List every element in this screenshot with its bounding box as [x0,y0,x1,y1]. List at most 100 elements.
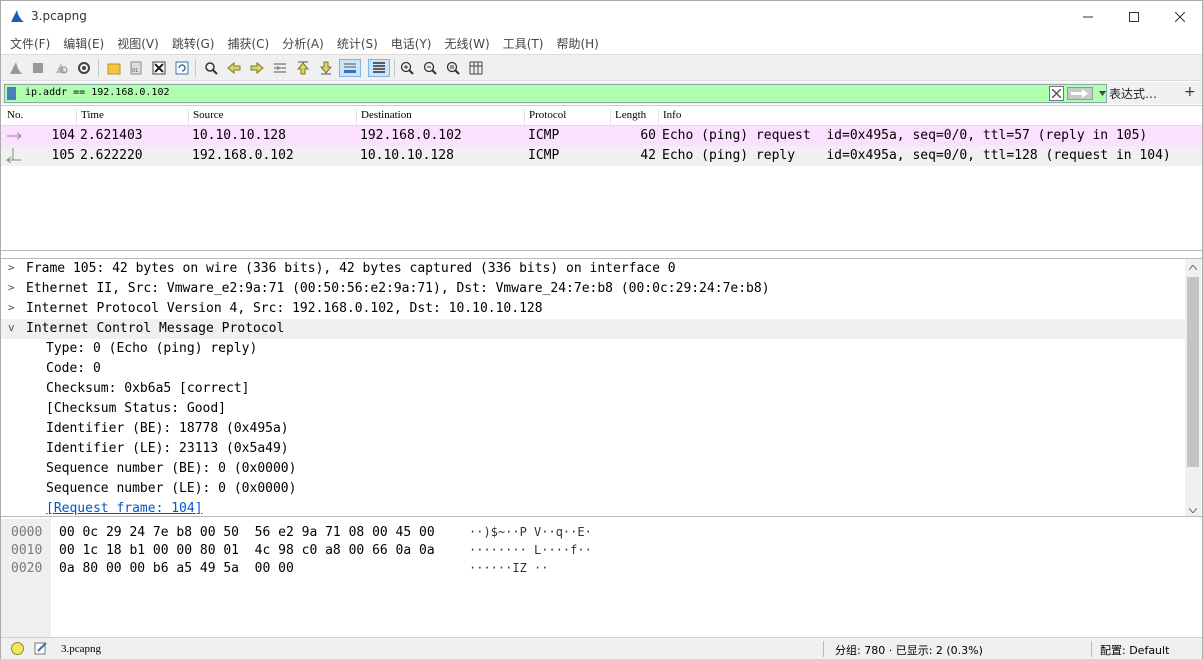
go-back-button[interactable] [225,59,243,77]
start-capture-button[interactable] [7,59,25,77]
column-info[interactable]: Info [658,109,681,125]
tree-item-frame[interactable]: > Frame 105: 42 bytes on wire (336 bits)… [1,259,1185,279]
apply-filter-button[interactable] [1067,87,1093,100]
add-filter-button[interactable]: + [1184,84,1196,100]
cell-destination: 10.10.10.128 [360,148,454,163]
column-protocol[interactable]: Protocol [524,109,566,125]
last-packet-button[interactable] [317,59,335,77]
byte-offset: 0010 [11,543,43,558]
cell-info: Echo (ping) reply id=0x495a, seq=0/0, tt… [662,148,1171,163]
auto-scroll-button[interactable] [339,59,361,77]
expression-button[interactable]: 表达式… [1109,85,1157,102]
tree-item-label: Internet Control Message Protocol [26,321,285,336]
column-destination[interactable]: Destination [356,109,412,125]
scroll-up-button[interactable] [1185,259,1201,275]
close-button[interactable] [1157,1,1203,32]
menu-go[interactable]: 跳转(G) [167,35,220,52]
restart-capture-button[interactable] [52,59,70,77]
menu-tools[interactable]: 工具(T) [498,35,549,52]
tree-field[interactable]: Sequence number (BE): 0 (0x0000) [1,459,1185,479]
menu-view[interactable]: 视图(V) [112,35,164,52]
packet-row-selected[interactable]: 105 2.622220 192.168.0.102 10.10.10.128 … [1,146,1202,166]
byte-ascii[interactable]: ··)$~··P V··q··E· [469,525,592,543]
colorize-button[interactable] [368,59,390,77]
tree-field[interactable]: Identifier (LE): 23113 (0x5a49) [1,439,1185,459]
menu-file[interactable]: 文件(F) [5,35,55,52]
details-scrollbar[interactable] [1185,259,1201,516]
column-no[interactable]: No. [3,109,23,125]
minimize-icon [1083,16,1093,17]
filter-history-dropdown[interactable] [1096,85,1108,102]
maximize-button[interactable] [1111,1,1157,32]
normal-size-button[interactable] [444,59,462,77]
expand-arrow-icon[interactable]: > [8,281,15,294]
status-profile[interactable]: 配置: Default [1100,642,1169,658]
search-icon [205,62,218,75]
packet-list-header: No. Time Source Destination Protocol Len… [1,106,1202,126]
status-bar: 3.pcapng 分组: 780 · 已显示: 2 (0.3%) 配置: Def… [1,637,1202,659]
reload-file-button[interactable] [173,59,191,77]
menu-help[interactable]: 帮助(H) [551,35,603,52]
byte-ascii[interactable]: ······IZ ·· [469,561,548,579]
menu-statistics[interactable]: 统计(S) [332,35,383,52]
menu-wireless[interactable]: 无线(W) [440,35,495,52]
zoom-out-button[interactable] [421,59,439,77]
bookmark-icon[interactable] [7,87,16,100]
column-length[interactable]: Length [610,109,646,125]
cell-source: 10.10.10.128 [192,128,286,143]
byte-offset: 0020 [11,561,43,576]
menu-telephony[interactable]: 电话(Y) [386,35,437,52]
tree-field[interactable]: Checksum: 0xb6a5 [correct] [1,379,1185,399]
save-file-button[interactable]: 01 [127,59,145,77]
byte-hex[interactable]: 0a 80 00 00 b6 a5 49 5a 00 00 [59,561,294,579]
field-type: Type: 0 (Echo (ping) reply) [46,341,258,356]
collapse-arrow-icon[interactable]: v [8,321,15,334]
arrow-left-icon [227,61,241,75]
byte-hex[interactable]: 00 0c 29 24 7e b8 00 50 56 e2 9a 71 08 0… [59,525,435,543]
open-file-button[interactable] [105,59,123,77]
request-frame-link[interactable]: [Request frame: 104] [46,501,203,516]
byte-ascii[interactable]: ········ L····f·· [469,543,592,561]
close-file-button[interactable] [150,59,168,77]
filter-text[interactable]: ip.addr == 192.168.0.102 [25,87,170,98]
expert-info-icon[interactable] [11,642,24,655]
cell-time: 2.622220 [80,148,143,163]
tree-field[interactable]: [Request frame: 104] [1,499,1185,516]
column-source[interactable]: Source [188,109,224,125]
menu-analyze[interactable]: 分析(A) [277,35,329,52]
menu-capture[interactable]: 捕获(C) [222,35,274,52]
tree-field[interactable]: Code: 0 [1,359,1185,379]
capture-options-button[interactable] [75,59,93,77]
tree-field[interactable]: [Checksum Status: Good] [1,399,1185,419]
clear-filter-button[interactable] [1049,86,1064,101]
cell-info: Echo (ping) request id=0x495a, seq=0/0, … [662,128,1148,143]
capture-comment-icon[interactable] [34,641,48,655]
go-forward-button[interactable] [248,59,266,77]
field-seq-be: Sequence number (BE): 0 (0x0000) [46,461,297,476]
cell-no: 105 [51,148,75,163]
resize-columns-button[interactable] [467,59,485,77]
zoom-in-button[interactable] [398,59,416,77]
tree-item-ipv4[interactable]: > Internet Protocol Version 4, Src: 192.… [1,299,1185,319]
go-to-packet-button[interactable] [271,59,289,77]
expand-arrow-icon[interactable]: > [8,301,15,314]
scroll-down-button[interactable] [1185,502,1201,516]
title-bar: 3.pcapng [1,1,1202,32]
expand-arrow-icon[interactable]: > [8,261,15,274]
stop-capture-button[interactable] [29,59,47,77]
menu-edit[interactable]: 编辑(E) [58,35,109,52]
tree-field[interactable]: Identifier (BE): 18778 (0x495a) [1,419,1185,439]
tree-field[interactable]: Sequence number (LE): 0 (0x0000) [1,479,1185,499]
tree-item-icmp[interactable]: v Internet Control Message Protocol [1,319,1185,339]
column-time[interactable]: Time [76,109,104,125]
first-packet-button[interactable] [294,59,312,77]
minimize-button[interactable] [1065,1,1111,32]
tree-item-ethernet[interactable]: > Ethernet II, Src: Vmware_e2:9a:71 (00:… [1,279,1185,299]
byte-hex[interactable]: 00 1c 18 b1 00 00 80 01 4c 98 c0 a8 00 6… [59,543,435,561]
tree-field[interactable]: Type: 0 (Echo (ping) reply) [1,339,1185,359]
packet-row[interactable]: 104 2.621403 10.10.10.128 192.168.0.102 … [1,126,1202,146]
find-packet-button[interactable] [202,59,220,77]
scroll-thumb[interactable] [1187,277,1199,467]
display-filter-input[interactable]: ip.addr == 192.168.0.102 [4,84,1107,103]
tree-item-label: Frame 105: 42 bytes on wire (336 bits), … [26,261,676,276]
